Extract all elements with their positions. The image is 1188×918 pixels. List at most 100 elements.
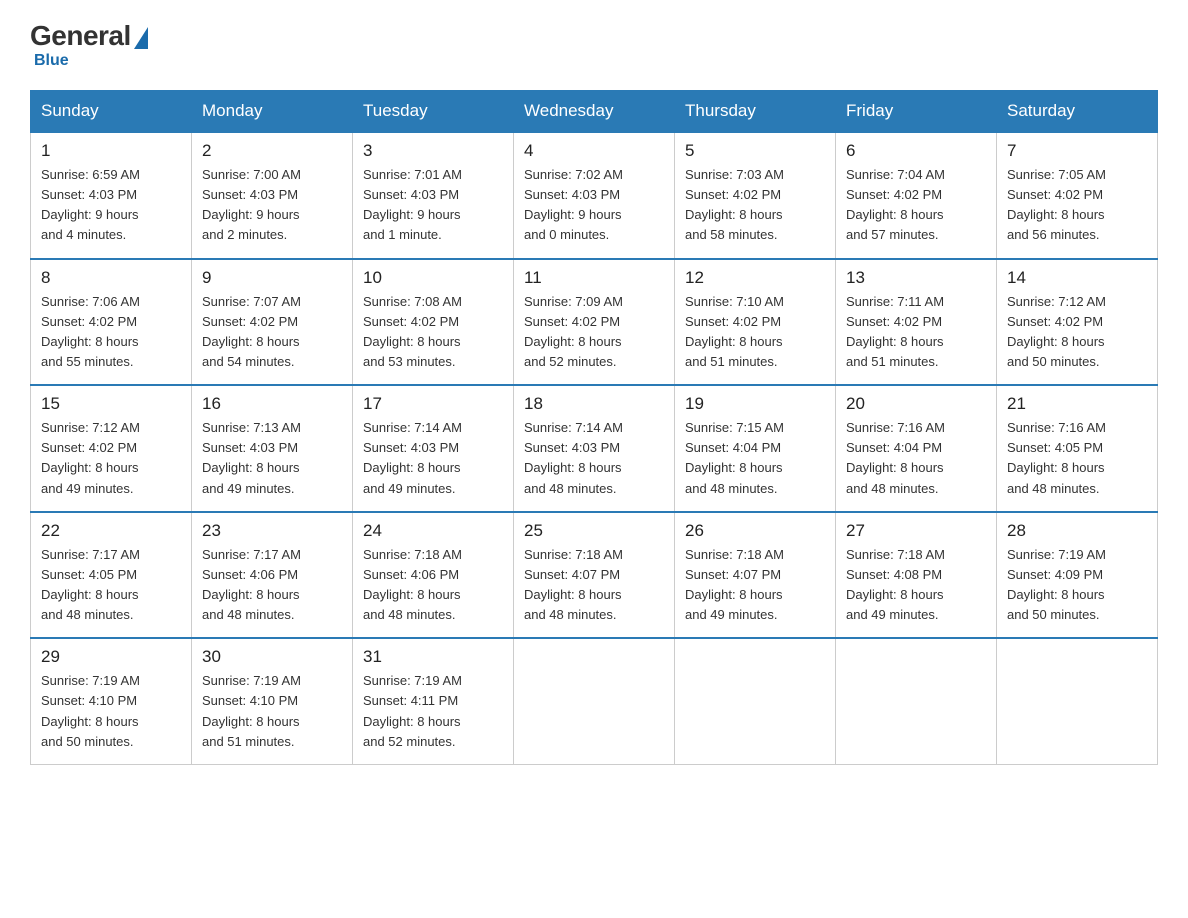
calendar-header: SundayMondayTuesdayWednesdayThursdayFrid… <box>31 91 1158 133</box>
calendar-cell: 27 Sunrise: 7:18 AMSunset: 4:08 PMDayligh… <box>836 512 997 639</box>
day-info: Sunrise: 7:19 AMSunset: 4:11 PMDaylight:… <box>363 673 462 748</box>
day-info: Sunrise: 7:18 AMSunset: 4:06 PMDaylight:… <box>363 547 462 622</box>
calendar-cell: 25Sunrise: 7:18 AMSunset: 4:07 PMDayligh… <box>514 512 675 639</box>
day-number: 27 <box>846 521 986 541</box>
day-info: Sunrise: 7:17 AMSunset: 4:05 PMDaylight:… <box>41 547 140 622</box>
column-header-saturday: Saturday <box>997 91 1158 133</box>
day-number: 14 <box>1007 268 1147 288</box>
day-number: 30 <box>202 647 342 667</box>
day-number: 3 <box>363 141 503 161</box>
day-number: 31 <box>363 647 503 667</box>
page-header: General Blue <box>30 20 1158 70</box>
day-number: 11 <box>524 268 664 288</box>
calendar-cell: 16 Sunrise: 7:13 AMSunset: 4:03 PMDayligh… <box>192 385 353 512</box>
day-info: Sunrise: 7:12 AMSunset: 4:02 PMDaylight:… <box>41 420 140 495</box>
day-number: 4 <box>524 141 664 161</box>
calendar-cell: 14 Sunrise: 7:12 AMSunset: 4:02 PMDayligh… <box>997 259 1158 386</box>
calendar-cell: 5Sunrise: 7:03 AMSunset: 4:02 PMDaylight… <box>675 132 836 259</box>
calendar-cell: 28 Sunrise: 7:19 AMSunset: 4:09 PMDayligh… <box>997 512 1158 639</box>
day-info: Sunrise: 7:03 AMSunset: 4:02 PMDaylight:… <box>685 167 784 242</box>
day-info: Sunrise: 7:01 AMSunset: 4:03 PMDaylight:… <box>363 167 462 242</box>
calendar-cell: 19Sunrise: 7:15 AMSunset: 4:04 PMDayligh… <box>675 385 836 512</box>
day-info: Sunrise: 7:09 AMSunset: 4:02 PMDaylight:… <box>524 294 623 369</box>
day-number: 17 <box>363 394 503 414</box>
logo-top: General <box>30 20 148 52</box>
calendar-cell: 11 Sunrise: 7:09 AMSunset: 4:02 PMDayligh… <box>514 259 675 386</box>
calendar-body: 1 Sunrise: 6:59 AMSunset: 4:03 PMDaylight… <box>31 132 1158 764</box>
logo: General Blue <box>30 20 148 70</box>
day-number: 13 <box>846 268 986 288</box>
column-header-sunday: Sunday <box>31 91 192 133</box>
calendar-cell: 17 Sunrise: 7:14 AMSunset: 4:03 PMDayligh… <box>353 385 514 512</box>
calendar-cell: 12Sunrise: 7:10 AMSunset: 4:02 PMDayligh… <box>675 259 836 386</box>
calendar-cell: 21Sunrise: 7:16 AMSunset: 4:05 PMDayligh… <box>997 385 1158 512</box>
day-number: 6 <box>846 141 986 161</box>
day-info: Sunrise: 7:10 AMSunset: 4:02 PMDaylight:… <box>685 294 784 369</box>
calendar-cell: 31 Sunrise: 7:19 AMSunset: 4:11 PMDayligh… <box>353 638 514 764</box>
day-info: Sunrise: 7:19 AMSunset: 4:10 PMDaylight:… <box>202 673 301 748</box>
day-info: Sunrise: 7:19 AMSunset: 4:10 PMDaylight:… <box>41 673 140 748</box>
day-info: Sunrise: 7:14 AMSunset: 4:03 PMDaylight:… <box>363 420 462 495</box>
day-number: 24 <box>363 521 503 541</box>
day-info: Sunrise: 7:12 AMSunset: 4:02 PMDaylight:… <box>1007 294 1106 369</box>
calendar-cell: 23 Sunrise: 7:17 AMSunset: 4:06 PMDayligh… <box>192 512 353 639</box>
calendar-cell: 20 Sunrise: 7:16 AMSunset: 4:04 PMDayligh… <box>836 385 997 512</box>
calendar-cell: 15Sunrise: 7:12 AMSunset: 4:02 PMDayligh… <box>31 385 192 512</box>
calendar-cell: 4 Sunrise: 7:02 AMSunset: 4:03 PMDaylight… <box>514 132 675 259</box>
day-number: 20 <box>846 394 986 414</box>
day-number: 22 <box>41 521 181 541</box>
day-number: 29 <box>41 647 181 667</box>
column-header-monday: Monday <box>192 91 353 133</box>
calendar-cell <box>997 638 1158 764</box>
day-number: 1 <box>41 141 181 161</box>
logo-general-text: General <box>30 20 131 52</box>
calendar-cell: 22 Sunrise: 7:17 AMSunset: 4:05 PMDayligh… <box>31 512 192 639</box>
day-number: 10 <box>363 268 503 288</box>
day-info: Sunrise: 7:05 AMSunset: 4:02 PMDaylight:… <box>1007 167 1106 242</box>
day-number: 8 <box>41 268 181 288</box>
day-info: Sunrise: 7:16 AMSunset: 4:05 PMDaylight:… <box>1007 420 1106 495</box>
calendar-cell: 7 Sunrise: 7:05 AMSunset: 4:02 PMDaylight… <box>997 132 1158 259</box>
day-info: Sunrise: 7:00 AMSunset: 4:03 PMDaylight:… <box>202 167 301 242</box>
day-number: 16 <box>202 394 342 414</box>
day-number: 7 <box>1007 141 1147 161</box>
day-info: Sunrise: 7:11 AMSunset: 4:02 PMDaylight:… <box>846 294 944 369</box>
calendar-cell: 3 Sunrise: 7:01 AMSunset: 4:03 PMDaylight… <box>353 132 514 259</box>
week-row-4: 22 Sunrise: 7:17 AMSunset: 4:05 PMDayligh… <box>31 512 1158 639</box>
week-row-1: 1 Sunrise: 6:59 AMSunset: 4:03 PMDaylight… <box>31 132 1158 259</box>
day-number: 9 <box>202 268 342 288</box>
calendar-cell: 24 Sunrise: 7:18 AMSunset: 4:06 PMDayligh… <box>353 512 514 639</box>
column-header-wednesday: Wednesday <box>514 91 675 133</box>
calendar-cell <box>675 638 836 764</box>
day-number: 28 <box>1007 521 1147 541</box>
day-number: 18 <box>524 394 664 414</box>
calendar-cell: 13 Sunrise: 7:11 AMSunset: 4:02 PMDayligh… <box>836 259 997 386</box>
day-info: Sunrise: 7:02 AMSunset: 4:03 PMDaylight:… <box>524 167 623 242</box>
day-number: 19 <box>685 394 825 414</box>
day-info: Sunrise: 7:18 AMSunset: 4:08 PMDaylight:… <box>846 547 945 622</box>
calendar-cell <box>514 638 675 764</box>
day-info: Sunrise: 7:08 AMSunset: 4:02 PMDaylight:… <box>363 294 462 369</box>
day-info: Sunrise: 7:16 AMSunset: 4:04 PMDaylight:… <box>846 420 945 495</box>
day-info: Sunrise: 7:17 AMSunset: 4:06 PMDaylight:… <box>202 547 301 622</box>
day-info: Sunrise: 7:19 AMSunset: 4:09 PMDaylight:… <box>1007 547 1106 622</box>
day-info: Sunrise: 7:07 AMSunset: 4:02 PMDaylight:… <box>202 294 301 369</box>
column-header-thursday: Thursday <box>675 91 836 133</box>
calendar-cell: 10 Sunrise: 7:08 AMSunset: 4:02 PMDayligh… <box>353 259 514 386</box>
day-info: Sunrise: 7:18 AMSunset: 4:07 PMDaylight:… <box>685 547 784 622</box>
week-row-2: 8Sunrise: 7:06 AMSunset: 4:02 PMDaylight… <box>31 259 1158 386</box>
day-info: Sunrise: 6:59 AMSunset: 4:03 PMDaylight:… <box>41 167 140 242</box>
calendar-cell: 18 Sunrise: 7:14 AMSunset: 4:03 PMDayligh… <box>514 385 675 512</box>
calendar-cell: 29 Sunrise: 7:19 AMSunset: 4:10 PMDayligh… <box>31 638 192 764</box>
logo-triangle-icon <box>134 27 148 49</box>
day-info: Sunrise: 7:13 AMSunset: 4:03 PMDaylight:… <box>202 420 301 495</box>
calendar-table: SundayMondayTuesdayWednesdayThursdayFrid… <box>30 90 1158 765</box>
calendar-cell: 30 Sunrise: 7:19 AMSunset: 4:10 PMDayligh… <box>192 638 353 764</box>
calendar-cell: 9 Sunrise: 7:07 AMSunset: 4:02 PMDaylight… <box>192 259 353 386</box>
logo-blue-label: Blue <box>34 52 69 69</box>
day-number: 25 <box>524 521 664 541</box>
day-number: 2 <box>202 141 342 161</box>
day-number: 23 <box>202 521 342 541</box>
day-info: Sunrise: 7:14 AMSunset: 4:03 PMDaylight:… <box>524 420 623 495</box>
calendar-cell: 6Sunrise: 7:04 AMSunset: 4:02 PMDaylight… <box>836 132 997 259</box>
